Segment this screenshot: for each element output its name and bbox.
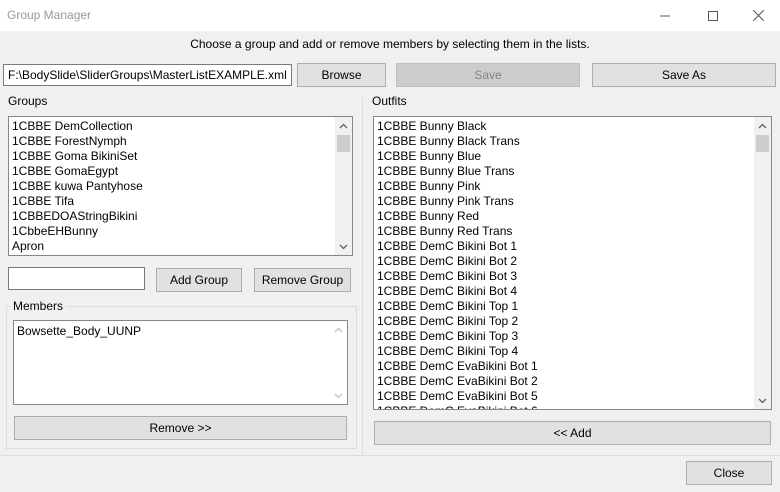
list-item[interactable]: 1CBBE DemC Bikini Top 3 [377, 329, 754, 344]
maximize-icon [708, 10, 718, 21]
outfits-list[interactable]: 1CBBE Bunny Black 1CBBE Bunny Black Trans… [373, 116, 772, 410]
chevron-down-icon[interactable] [330, 387, 347, 404]
minimize-button[interactable] [642, 0, 688, 31]
list-item[interactable]: 1CBBE DemC Bikini Bot 3 [377, 269, 754, 284]
minimize-icon [660, 15, 670, 16]
window-title: Group Manager [7, 8, 92, 22]
outfits-scroll-thumb[interactable] [756, 135, 769, 152]
list-item[interactable]: 1CBBE Tifa [12, 194, 335, 209]
close-button[interactable]: Close [686, 461, 772, 485]
groups-label: Groups [8, 94, 48, 108]
list-item[interactable]: 1CBBE DemC Bikini Top 2 [377, 314, 754, 329]
list-item[interactable]: 1CBBE Bunny Pink Trans [377, 194, 754, 209]
close-icon [752, 10, 764, 21]
list-item[interactable]: 1CBBE DemC EvaBikini Bot 6 [377, 404, 754, 409]
list-item[interactable]: 1CBBE Bunny Pink [377, 179, 754, 194]
remove-group-button[interactable]: Remove Group [254, 268, 351, 292]
list-item[interactable]: 1CBBE DemC EvaBikini Bot 1 [377, 359, 754, 374]
list-item[interactable]: 1CBBEDOAStringBikini [12, 209, 335, 224]
list-item[interactable]: Apron [12, 239, 335, 254]
list-item[interactable]: 1CBBE Bunny Black [377, 119, 754, 134]
close-window-button[interactable] [735, 0, 780, 31]
instruction-text: Choose a group and add or remove members… [190, 37, 590, 51]
members-list[interactable]: Bowsette_Body_UUNP [13, 320, 348, 405]
list-item[interactable]: 1CBBE DemC Bikini Top 4 [377, 344, 754, 359]
chevron-up-icon[interactable] [330, 321, 347, 338]
list-item[interactable]: 1CBBE DemC Bikini Bot 2 [377, 254, 754, 269]
chevron-down-icon[interactable] [335, 238, 352, 255]
chevron-up-icon[interactable] [754, 117, 771, 134]
list-item[interactable]: 1CBBE DemCollection [12, 119, 335, 134]
add-outfit-button[interactable]: << Add [374, 421, 771, 445]
chevron-up-icon[interactable] [335, 117, 352, 134]
browse-button[interactable]: Browse [297, 63, 386, 87]
list-item[interactable]: 1CBBE Bunny Black Trans [377, 134, 754, 149]
outfits-list-items: 1CBBE Bunny Black 1CBBE Bunny Black Trans… [374, 117, 754, 409]
list-item[interactable]: 1CBBE DemC Bikini Top 1 [377, 299, 754, 314]
list-item[interactable]: 1CBBE DemC EvaBikini Bot 2 [377, 374, 754, 389]
list-item[interactable]: 1CBBE kuwa Pantyhose [12, 179, 335, 194]
remove-member-button[interactable]: Remove >> [14, 416, 347, 440]
list-item[interactable]: 1CBBE DemC Bikini Bot 4 [377, 284, 754, 299]
outfits-scrollbar[interactable] [754, 117, 771, 409]
footer-divider [0, 455, 780, 456]
members-scrollbar[interactable] [330, 321, 347, 404]
groups-list[interactable]: 1CBBE DemCollection 1CBBE ForestNymph 1CBB… [8, 116, 353, 256]
groups-scrollbar[interactable] [335, 117, 352, 255]
new-group-input[interactable] [8, 267, 145, 290]
members-list-items: Bowsette_Body_UUNP [14, 321, 330, 404]
chevron-down-icon[interactable] [754, 392, 771, 409]
add-group-button[interactable]: Add Group [156, 268, 242, 292]
list-item[interactable]: 1CbbeEHBunny [12, 224, 335, 239]
pane-divider [362, 97, 363, 455]
list-item[interactable]: 1CBBE GomaEgypt [12, 164, 335, 179]
file-path-field[interactable]: F:\BodySlide\SliderGroups\MasterListEXAM… [3, 64, 292, 86]
outfits-label: Outfits [372, 94, 407, 108]
groups-scroll-thumb[interactable] [337, 135, 350, 152]
list-item[interactable]: 1CBBE Bunny Blue [377, 149, 754, 164]
list-item[interactable]: 1CBBE Bunny Red Trans [377, 224, 754, 239]
save-button[interactable]: Save [396, 63, 580, 87]
list-item[interactable]: 1CBBE Goma BikiniSet [12, 149, 335, 164]
list-item[interactable]: 1CBBE DemC Bikini Bot 1 [377, 239, 754, 254]
members-label: Members [10, 299, 67, 313]
list-item[interactable]: 1CBBE Bunny Red [377, 209, 754, 224]
list-item[interactable]: 1CBBE ForestNymph [12, 134, 335, 149]
groups-list-items: 1CBBE DemCollection 1CBBE ForestNymph 1CBB… [9, 117, 335, 255]
save-as-button[interactable]: Save As [592, 63, 776, 87]
maximize-button[interactable] [690, 0, 736, 31]
list-item[interactable]: Bowsette_Body_UUNP [17, 324, 330, 339]
list-item[interactable]: 1CBBE Bunny Blue Trans [377, 164, 754, 179]
list-item[interactable]: 1CBBE DemC EvaBikini Bot 5 [377, 389, 754, 404]
